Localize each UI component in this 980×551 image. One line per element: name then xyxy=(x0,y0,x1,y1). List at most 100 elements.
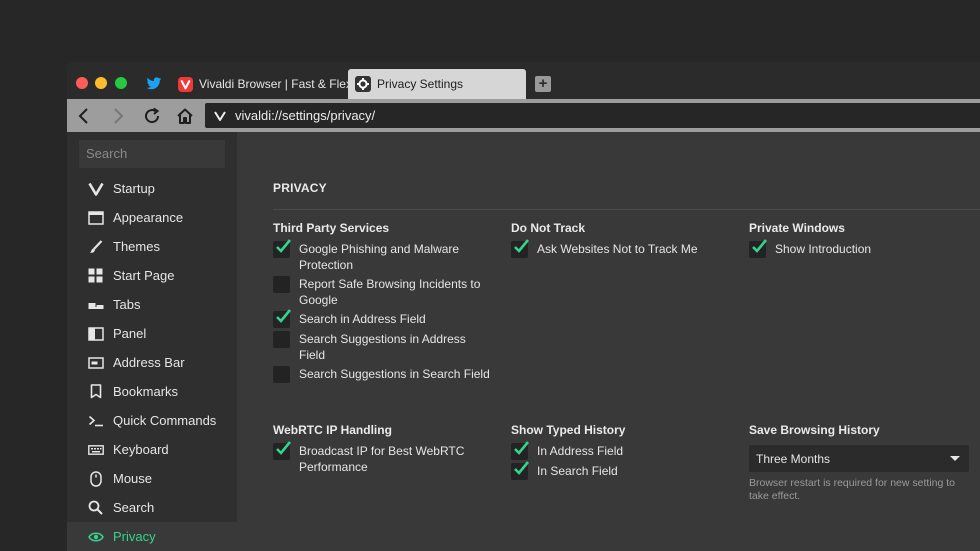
checkbox[interactable] xyxy=(511,461,529,480)
address-bar: vivaldi://settings/privacy/ xyxy=(67,99,980,132)
google-phishing-checkbox-row[interactable]: Google Phishing and Malware Protection xyxy=(273,239,498,273)
select-value: Three Months xyxy=(756,451,831,466)
keyboard-icon xyxy=(87,441,104,458)
sidebar-item-themes[interactable]: Themes xyxy=(67,232,237,261)
sidebar-item-appearance[interactable]: Appearance xyxy=(67,203,237,232)
minimize-window-button[interactable] xyxy=(95,77,107,89)
tab-label: Privacy Settings xyxy=(377,77,464,91)
window-icon xyxy=(87,209,104,226)
restart-note: Browser restart is required for new sett… xyxy=(749,477,956,502)
show-introduction-checkbox-row[interactable]: Show Introduction xyxy=(749,239,974,258)
sidebar-item-label: Themes xyxy=(113,239,160,254)
home-button[interactable] xyxy=(173,104,197,128)
checkbox[interactable] xyxy=(273,239,291,258)
do-not-track-checkbox-row[interactable]: Ask Websites Not to Track Me xyxy=(511,239,736,258)
gear-icon xyxy=(355,76,371,92)
forward-button[interactable] xyxy=(106,104,130,128)
sidebar-item-label: Quick Commands xyxy=(113,413,217,428)
checkbox[interactable] xyxy=(273,441,291,460)
checkmark-icon xyxy=(514,461,529,475)
checkbox[interactable] xyxy=(749,239,767,258)
section-title: Third Party Services xyxy=(273,221,390,235)
browsing-history-select[interactable]: Three Months xyxy=(749,445,969,472)
checkbox-label: Search Suggestions in Search Field xyxy=(299,367,490,381)
sidebar-item-label: Panel xyxy=(113,326,147,341)
page-title: PRIVACY xyxy=(273,181,327,195)
home-icon xyxy=(177,108,193,124)
sidebar-item-search[interactable]: Search xyxy=(67,493,237,522)
search-in-address-field-checkbox-row[interactable]: Search in Address Field xyxy=(273,309,498,328)
settings-content: PRIVACY Third Party Services Google Phis… xyxy=(237,132,980,551)
sidebar-item-label: Privacy xyxy=(113,529,156,544)
mouse-icon xyxy=(87,470,104,487)
back-button[interactable] xyxy=(72,104,96,128)
sidebar-item-bookmarks[interactable]: Bookmarks xyxy=(67,377,237,406)
report-safe-browsing-checkbox-row[interactable]: Report Safe Browsing Incidents to Google xyxy=(273,276,498,308)
back-arrow-icon xyxy=(78,108,88,124)
in-search-field-checkbox-row[interactable]: In Search Field xyxy=(511,461,736,480)
sidebar-item-quick-commands[interactable]: Quick Commands xyxy=(67,406,237,435)
checkmark-icon xyxy=(514,441,529,455)
brush-icon xyxy=(87,238,104,255)
checkbox-label: Show Introduction xyxy=(775,242,872,256)
chevron-down-icon xyxy=(950,456,960,461)
checkbox[interactable] xyxy=(273,276,290,293)
bookmark-icon xyxy=(87,383,104,400)
sidebar-item-privacy[interactable]: Privacy xyxy=(67,522,237,551)
reload-button[interactable] xyxy=(140,104,164,128)
magnifier-icon xyxy=(87,499,104,516)
section-title: Save Browsing History xyxy=(749,423,880,437)
sidebar-item-panel[interactable]: Panel xyxy=(67,319,237,348)
reload-icon xyxy=(145,107,160,124)
sidebar-item-label: Keyboard xyxy=(113,442,169,457)
sidebar-item-startup[interactable]: Startup xyxy=(67,174,237,203)
close-window-button[interactable] xyxy=(76,77,88,89)
broadcast-ip-checkbox-row[interactable]: Broadcast IP for Best WebRTC Performance xyxy=(273,441,498,475)
sidebar-item-label: Mouse xyxy=(113,471,153,486)
forward-arrow-icon xyxy=(114,108,124,124)
vivaldi-icon xyxy=(177,76,193,92)
third-party-services-section: Third Party Services Google Phishing and… xyxy=(273,221,498,386)
address-bar-icon xyxy=(87,354,104,371)
suggestions-search-field-checkbox-row[interactable]: Search Suggestions in Search Field xyxy=(273,366,498,383)
checkmark-icon xyxy=(276,239,291,253)
url-field[interactable]: vivaldi://settings/privacy/ xyxy=(205,103,980,128)
grid-icon xyxy=(87,267,104,284)
suggestions-address-field-checkbox-row[interactable]: Search Suggestions in Address Field xyxy=(273,331,498,363)
search-input[interactable]: Search xyxy=(79,140,225,168)
checkbox[interactable] xyxy=(511,441,529,460)
sidebar-item-mouse[interactable]: Mouse xyxy=(67,464,237,493)
sidebar-item-tabs[interactable]: Tabs xyxy=(67,290,237,319)
checkbox[interactable] xyxy=(273,366,290,383)
tab-bar: Vivaldi Browser | Fast & Flexible Privac… xyxy=(67,62,980,99)
checkmark-icon xyxy=(752,239,767,253)
checkbox-label: Search in Address Field xyxy=(299,312,426,326)
tab-vivaldi[interactable]: Vivaldi Browser | Fast & Flexible xyxy=(170,69,348,99)
terminal-icon xyxy=(87,412,104,429)
in-address-field-checkbox-row[interactable]: In Address Field xyxy=(511,441,736,460)
panel-icon xyxy=(87,325,104,342)
zoom-window-button[interactable] xyxy=(115,77,127,89)
typed-history-section: Show Typed History In Address Field In S… xyxy=(511,423,736,483)
section-title: Do Not Track xyxy=(511,221,586,235)
checkbox[interactable] xyxy=(511,239,529,258)
checkmark-icon xyxy=(276,309,291,323)
tab-twitter[interactable] xyxy=(139,69,169,99)
sidebar-item-address-bar[interactable]: Address Bar xyxy=(67,348,237,377)
sidebar-item-keyboard[interactable]: Keyboard xyxy=(67,435,237,464)
tab-privacy-settings[interactable]: Privacy Settings xyxy=(348,69,526,99)
checkbox-label: Ask Websites Not to Track Me xyxy=(537,242,698,256)
checkbox[interactable] xyxy=(273,331,290,348)
sidebar-item-start-page[interactable]: Start Page xyxy=(67,261,237,290)
new-tab-button[interactable]: + xyxy=(535,76,551,92)
sidebar-item-label: Start Page xyxy=(113,268,175,283)
eye-icon xyxy=(87,528,104,545)
vivaldi-logo-icon xyxy=(205,110,235,121)
checkbox-label: Report Safe Browsing Incidents to Google xyxy=(299,277,481,307)
checkbox-label: Broadcast IP for Best WebRTC Performance xyxy=(299,444,465,474)
divider xyxy=(273,209,980,210)
checkmark-icon xyxy=(514,239,529,253)
settings-nav: Startup Appearance Themes Start Page Tab… xyxy=(67,174,237,551)
checkbox[interactable] xyxy=(273,309,291,328)
sidebar-item-label: Appearance xyxy=(113,210,184,225)
